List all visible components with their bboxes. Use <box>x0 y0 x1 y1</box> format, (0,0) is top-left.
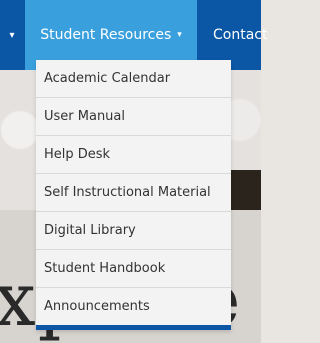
dropdown-item-user-manual[interactable]: User Manual <box>36 98 231 136</box>
nav-prev-item-caret-icon[interactable]: ▾ <box>0 0 24 70</box>
dropdown-item-academic-calendar[interactable]: Academic Calendar <box>36 60 231 98</box>
dropdown-item-help-desk[interactable]: Help Desk <box>36 136 231 174</box>
nav-item-student-resources-label: Student Resources <box>40 27 172 43</box>
student-resources-dropdown: Academic Calendar User Manual Help Desk … <box>36 60 231 330</box>
dropdown-item-student-handbook[interactable]: Student Handbook <box>36 250 231 288</box>
dropdown-item-announcements[interactable]: Announcements <box>36 288 231 325</box>
chevron-down-icon: ▾ <box>177 30 182 40</box>
dropdown-item-digital-library[interactable]: Digital Library <box>36 212 231 250</box>
dropdown-item-self-instructional-material[interactable]: Self Instructional Material <box>36 174 231 212</box>
